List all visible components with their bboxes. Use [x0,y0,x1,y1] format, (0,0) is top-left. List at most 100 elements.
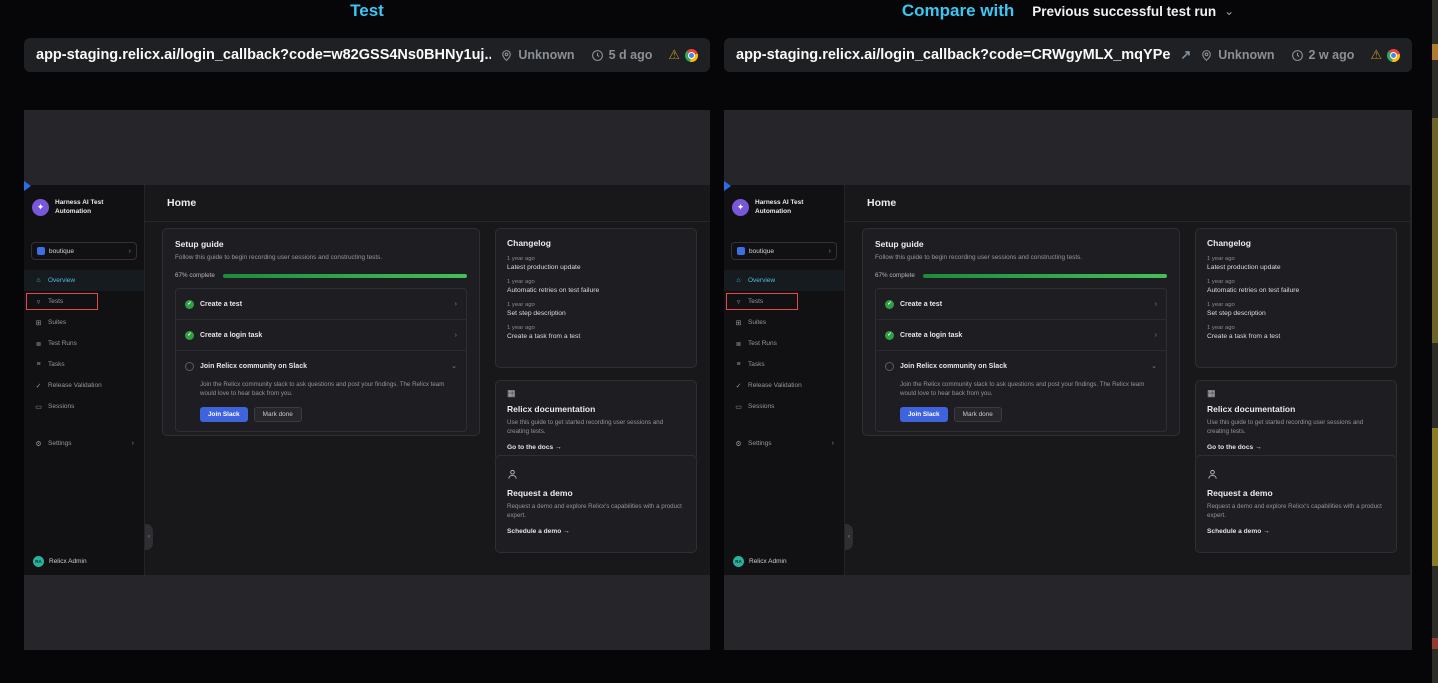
person-icon [507,469,685,482]
changelog-entry: 1 year ago Latest production update [507,256,685,271]
sidebar-item-label: Release Validation [748,382,802,389]
sidebar-item-test-runs[interactable]: ≣ Test Runs [724,333,844,354]
progress-bar [923,274,1167,278]
clock-icon [1291,49,1304,62]
progress-label: 67% complete [175,272,215,279]
chevron-right-icon: › [1155,301,1157,308]
sidebar-item-release-validation[interactable]: ✓ Release Validation [724,375,844,396]
chevron-right-icon: › [829,248,831,255]
captured-app-page: ✦ Harness AI Test Automation boutique › … [724,185,1410,575]
changelog-entry: 1 year ago Create a task from a test [1207,325,1385,340]
chevron-right-icon: › [132,440,134,447]
sidebar-item-sessions[interactable]: ▭ Sessions [724,396,844,417]
sidebar-item-tests[interactable]: ▿ Tests [724,291,844,312]
join-slack-details: Join the Relicx community slack to ask q… [876,381,1166,431]
go-to-docs-link[interactable]: Go to the docs → [507,444,685,451]
setup-checklist: ✓ Create a test › ✓ Create a login task … [175,288,467,432]
sidebar-item-test-runs[interactable]: ≣ Test Runs [24,333,144,354]
join-slack-description: Join the Relicx community slack to ask q… [900,381,1156,399]
schedule-demo-link[interactable]: Schedule a demo → [1207,528,1385,535]
clock-icon [591,49,604,62]
sidebar-collapse-handle[interactable]: ‹ [145,524,153,550]
mark-done-button[interactable]: Mark done [254,407,302,422]
join-slack-button[interactable]: Join Slack [200,407,248,422]
capture-meta: Unknown 5 d ago ⚠ [500,47,698,63]
tasks-icon: ≡ [34,361,43,368]
request-demo-card: Request a demo Request a demo and explor… [495,455,697,553]
minimap-segment [1432,44,1438,60]
setup-item-create-login-task[interactable]: ✓ Create a login task › [176,320,466,350]
list-icon: ≣ [734,340,743,348]
user-menu[interactable]: RA Relicx Admin [724,556,844,575]
sidebar-item-release-validation[interactable]: ✓ Release Validation [24,375,144,396]
documentation-text: Use this guide to get started recording … [1207,418,1385,437]
user-menu[interactable]: RA Relicx Admin [24,556,144,575]
location-label: Unknown [518,48,574,62]
url-bar-left: app-staging.relicx.ai/login_callback?cod… [24,38,710,72]
sidebar-item-tasks[interactable]: ≡ Tasks [24,354,144,375]
sidebar-item-label: Overview [48,277,75,284]
check-circle-icon: ✓ [185,331,194,340]
sidebar-item-label: Tests [48,298,63,305]
mark-done-button[interactable]: Mark done [954,407,1002,422]
minimap-segment [1432,118,1438,343]
sidebar-item-label: Tasks [48,361,65,368]
setup-item-create-login-task[interactable]: ✓ Create a login task › [876,320,1166,350]
sidebar-collapse-handle[interactable]: ‹ [845,524,853,550]
changelog-title: Changelog [507,238,685,248]
sidebar-item-suites[interactable]: ⊞ Suites [24,312,144,333]
sidebar-item-tests[interactable]: ▿ Tests [24,291,144,312]
schedule-demo-link[interactable]: Schedule a demo → [507,528,685,535]
chevron-right-icon: › [455,301,457,308]
sidebar-item-settings[interactable]: ⚙ Settings › [724,433,844,454]
compare-run-selector[interactable]: Previous successful test run ⌄ [1032,4,1234,19]
setup-guide-title: Setup guide [175,239,467,249]
setup-guide-title: Setup guide [875,239,1167,249]
sidebar-item-overview[interactable]: ⌂ Overview [24,270,144,291]
sessions-icon: ▭ [734,403,743,411]
changelog-entry-age: 1 year ago [1207,279,1385,285]
check-circle-icon: ✓ [185,300,194,309]
sidebar-item-settings[interactable]: ⚙ Settings › [24,433,144,454]
documentation-card: ▦ Relicx documentation Use this guide to… [1195,380,1397,461]
person-icon [1207,469,1385,482]
changelog-entry-text: Latest production update [1207,264,1385,271]
sidebar-item-suites[interactable]: ⊞ Suites [724,312,844,333]
setup-guide-card: Setup guide Follow this guide to begin r… [162,228,480,436]
minimap-segment [1432,638,1438,649]
brand-line1: Harness AI Test [55,198,103,207]
brand-line2: Automation [755,207,803,216]
sidebar-item-label: Release Validation [48,382,102,389]
changelog-entry: 1 year ago Automatic retries on test fai… [1207,279,1385,294]
project-selector[interactable]: boutique › [731,242,837,260]
right-panel-title: Compare with [902,1,1014,21]
setup-item-join-slack[interactable]: Join Relicx community on Slack ⌄ [876,351,1166,381]
page-title: Home [867,197,896,209]
setup-item-create-test[interactable]: ✓ Create a test › [876,289,1166,319]
sidebar-item-overview[interactable]: ⌂ Overview [724,270,844,291]
external-link-icon[interactable]: ↗ [1180,47,1191,63]
chrome-browser-icon [685,49,698,62]
location-pin-icon [500,49,513,62]
sidebar-item-label: Test Runs [48,340,77,347]
setup-item-create-test[interactable]: ✓ Create a test › [176,289,466,319]
go-to-docs-link[interactable]: Go to the docs → [1207,444,1385,451]
app-topbar: Home [145,185,710,222]
setup-item-label: Create a login task [900,332,962,339]
join-slack-button[interactable]: Join Slack [900,407,948,422]
grid-icon: ▦ [1207,389,1385,398]
sidebar-item-tasks[interactable]: ≡ Tasks [724,354,844,375]
changelog-entry: 1 year ago Automatic retries on test fai… [507,279,685,294]
chevron-right-icon: › [129,248,131,255]
setup-item-join-slack[interactable]: Join Relicx community on Slack ⌄ [176,351,466,381]
sidebar-item-label: Sessions [748,403,774,410]
changelog-entry-age: 1 year ago [1207,302,1385,308]
sidebar-item-sessions[interactable]: ▭ Sessions [24,396,144,417]
brand-line1: Harness AI Test [755,198,803,207]
warning-icon: ⚠ [1370,47,1382,63]
check-circle-icon: ✓ [885,331,894,340]
setup-item-label: Create a test [200,301,242,308]
project-selector[interactable]: boutique › [31,242,137,260]
chrome-browser-icon [1387,49,1400,62]
minimap-strip[interactable] [1432,0,1438,683]
